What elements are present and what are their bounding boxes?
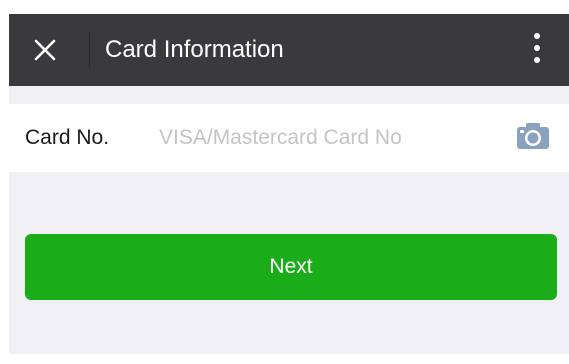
header-divider	[89, 32, 90, 68]
close-button[interactable]	[9, 14, 81, 86]
card-number-label: Card No.	[25, 126, 110, 149]
top-bar: Card Information	[9, 14, 569, 86]
camera-icon	[516, 122, 550, 155]
page-title: Card Information	[105, 36, 284, 63]
card-number-row: Card No.	[9, 104, 569, 172]
card-number-input[interactable]	[159, 118, 489, 158]
more-options-button[interactable]	[519, 14, 555, 86]
app-screen: Card Information Card No. VISA/Mastercar…	[9, 14, 569, 354]
close-icon	[33, 38, 57, 62]
next-button[interactable]: Next	[25, 234, 557, 300]
scan-card-button[interactable]	[513, 122, 553, 154]
more-vertical-icon	[533, 32, 541, 69]
